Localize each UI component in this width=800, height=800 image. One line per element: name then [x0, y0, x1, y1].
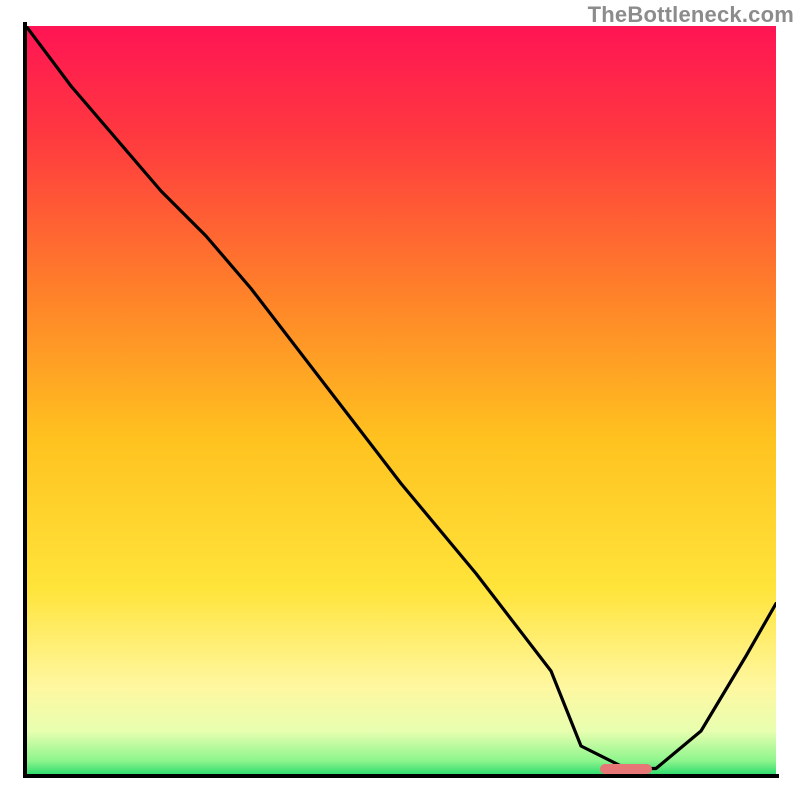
optimal-marker	[600, 764, 653, 774]
attribution-label: TheBottleneck.com	[588, 2, 794, 28]
y-axis-line	[23, 22, 27, 778]
bottleneck-curve	[26, 26, 776, 776]
x-axis-line	[23, 774, 779, 778]
plot-area	[26, 26, 776, 776]
